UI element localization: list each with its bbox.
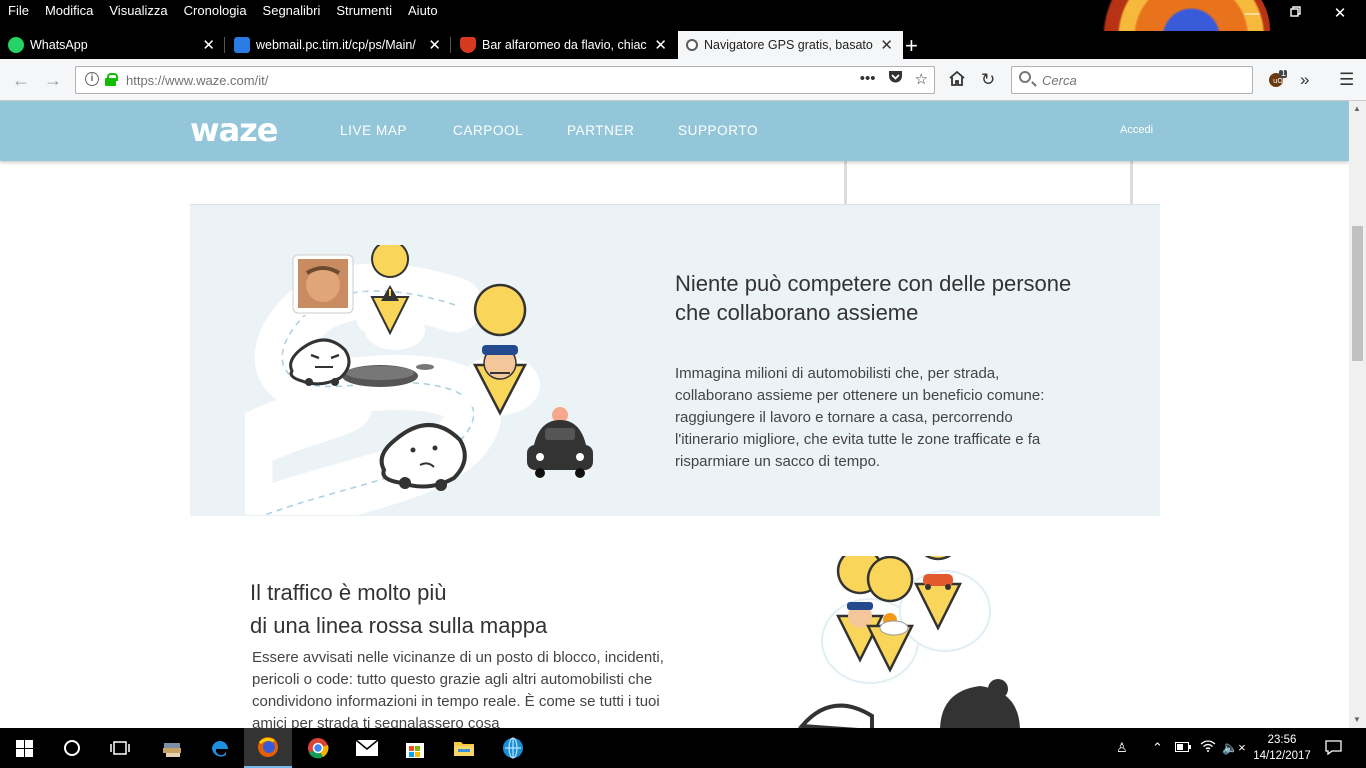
wazer-icon [379, 423, 467, 491]
url-bar[interactable]: i https://www.waze.com/it/ ••• ☆ [75, 66, 935, 94]
menu-file[interactable]: File [0, 3, 37, 18]
menu-cronologia[interactable]: Cronologia [176, 3, 255, 18]
window-close-icon[interactable]: ✕ [1330, 4, 1350, 24]
pocket-icon[interactable] [888, 70, 903, 88]
menu-bar: File Modifica Visualizza Cronologia Segn… [0, 3, 446, 18]
new-tab-button[interactable]: + [905, 33, 918, 59]
clock-time: 23:56 [1267, 734, 1297, 746]
minimize-icon[interactable]: — [1242, 4, 1262, 24]
search-box[interactable] [1011, 66, 1253, 94]
menu-strumenti[interactable]: Strumenti [328, 3, 400, 18]
nav-toolbar: ← → i https://www.waze.com/it/ ••• ☆ ↻ u… [0, 59, 1366, 101]
clock-date: 14/12/2017 [1253, 750, 1311, 762]
wazer-ninja-icon [940, 679, 1020, 728]
svg-text:uO: uO [1273, 77, 1283, 85]
traffic-body: Essere avvisati nelle vicinanze di un po… [252, 649, 664, 728]
close-tab-icon[interactable]: ✕ [428, 36, 441, 54]
bookmark-star-icon[interactable]: ☆ [915, 70, 928, 88]
tray-chevron-up-icon[interactable]: ⌃ [1152, 740, 1163, 756]
menu-visualizza[interactable]: Visualizza [101, 3, 175, 18]
collab-illustration [245, 245, 593, 515]
title-bar: File Modifica Visualizza Cronologia Segn… [0, 0, 1366, 100]
start-windows-icon[interactable] [0, 728, 48, 768]
close-tab-icon[interactable]: ✕ [880, 36, 893, 54]
taskbar-clock[interactable]: 23:56 14/12/2017 [1246, 732, 1318, 764]
firefox-taskbar-icon[interactable] [244, 728, 292, 768]
battery-icon[interactable] [1175, 740, 1191, 755]
shield-icon [460, 37, 476, 53]
scroll-up-icon[interactable]: ▲ [1353, 104, 1361, 113]
traffic-title: Il traffico è molto più di una linea ros… [250, 580, 548, 638]
waze-logo[interactable]: waze [190, 111, 278, 149]
wifi-icon[interactable] [1200, 740, 1216, 755]
tab-waze[interactable]: Navigatore GPS gratis, basato su ✕ [678, 31, 903, 59]
waze-header: waze LIVE MAP CARPOOL PARTNER SUPPORTO A… [0, 101, 1349, 161]
hamburger-menu-icon[interactable]: ☰ [1339, 70, 1354, 90]
reload-icon[interactable]: ↻ [981, 70, 995, 90]
nav-supporto[interactable]: SUPPORTO [678, 123, 758, 138]
chrome-icon[interactable] [294, 728, 342, 768]
mail-icon [234, 37, 250, 53]
task-view-icon[interactable] [96, 728, 144, 768]
app-books-icon[interactable] [148, 728, 196, 768]
mail-taskbar-icon[interactable] [343, 728, 391, 768]
restore-icon[interactable] [1286, 4, 1306, 24]
volume-muted-icon[interactable]: 🔈× [1222, 740, 1246, 756]
nav-partner[interactable]: PARTNER [567, 123, 634, 138]
menu-aiuto[interactable]: Aiuto [400, 3, 446, 18]
collab-section: Niente può competere con delle persone c… [190, 204, 1160, 516]
collab-body: Immagina milioni di automobilisti che, p… [675, 365, 1045, 470]
windows-taskbar: ♙ ⌃ 🔈× 23:56 14/12/2017 [0, 728, 1366, 768]
waze-icon [686, 39, 698, 51]
edge-icon[interactable] [196, 728, 244, 768]
url-text[interactable]: https://www.waze.com/it/ [126, 73, 268, 88]
back-arrow-icon[interactable]: ← [8, 67, 34, 93]
overflow-chevron-icon[interactable]: » [1300, 70, 1309, 90]
card-border-left [844, 161, 847, 205]
menu-modifica[interactable]: Modifica [37, 3, 101, 18]
whatsapp-icon [8, 37, 24, 53]
page-scrollbar[interactable]: ▲ ▼ [1349, 101, 1366, 728]
tab-bar-alfaromeo[interactable]: Bar alfaromeo da flavio, chiacc ✕ [452, 31, 677, 59]
people-icon[interactable]: ♙ [1116, 740, 1128, 756]
tab-whatsapp[interactable]: WhatsApp ✕ [0, 31, 225, 59]
forward-arrow-icon[interactable]: → [40, 67, 66, 93]
tab-webmail[interactable]: webmail.pc.tim.it/cp/ps/Main/ ✕ [226, 31, 451, 59]
close-tab-icon[interactable]: ✕ [202, 36, 215, 54]
page-actions-icon[interactable]: ••• [860, 70, 876, 88]
home-icon[interactable] [948, 70, 966, 92]
notifications-icon[interactable] [1325, 740, 1342, 758]
store-icon[interactable] [391, 728, 439, 768]
close-tab-icon[interactable]: ✕ [654, 36, 667, 54]
collab-title: Niente può competere con delle persone c… [675, 271, 1072, 325]
login-link[interactable]: Accedi [1120, 124, 1153, 136]
car-icon [527, 407, 593, 478]
nav-carpool[interactable]: CARPOOL [453, 123, 523, 138]
card-border-right [1130, 161, 1133, 205]
wazer-icon [797, 703, 874, 728]
scroll-down-icon[interactable]: ▼ [1353, 715, 1361, 724]
info-icon[interactable]: i [85, 72, 99, 86]
search-icon [1019, 71, 1031, 83]
cortana-search-icon[interactable] [48, 728, 96, 768]
traffic-illustration [797, 556, 1020, 728]
lock-icon [105, 73, 118, 86]
file-explorer-icon[interactable] [440, 728, 488, 768]
extension-badge: 1 [1281, 68, 1287, 78]
scroll-thumb[interactable] [1352, 226, 1363, 361]
globe-app-icon[interactable] [489, 728, 537, 768]
tab-bar: WhatsApp ✕ webmail.pc.tim.it/cp/ps/Main/… [0, 31, 1366, 59]
web-page: waze LIVE MAP CARPOOL PARTNER SUPPORTO A… [0, 101, 1349, 728]
nav-live-map[interactable]: LIVE MAP [340, 123, 407, 138]
search-input[interactable] [1042, 71, 1242, 89]
menu-segnalibri[interactable]: Segnalibri [255, 3, 329, 18]
